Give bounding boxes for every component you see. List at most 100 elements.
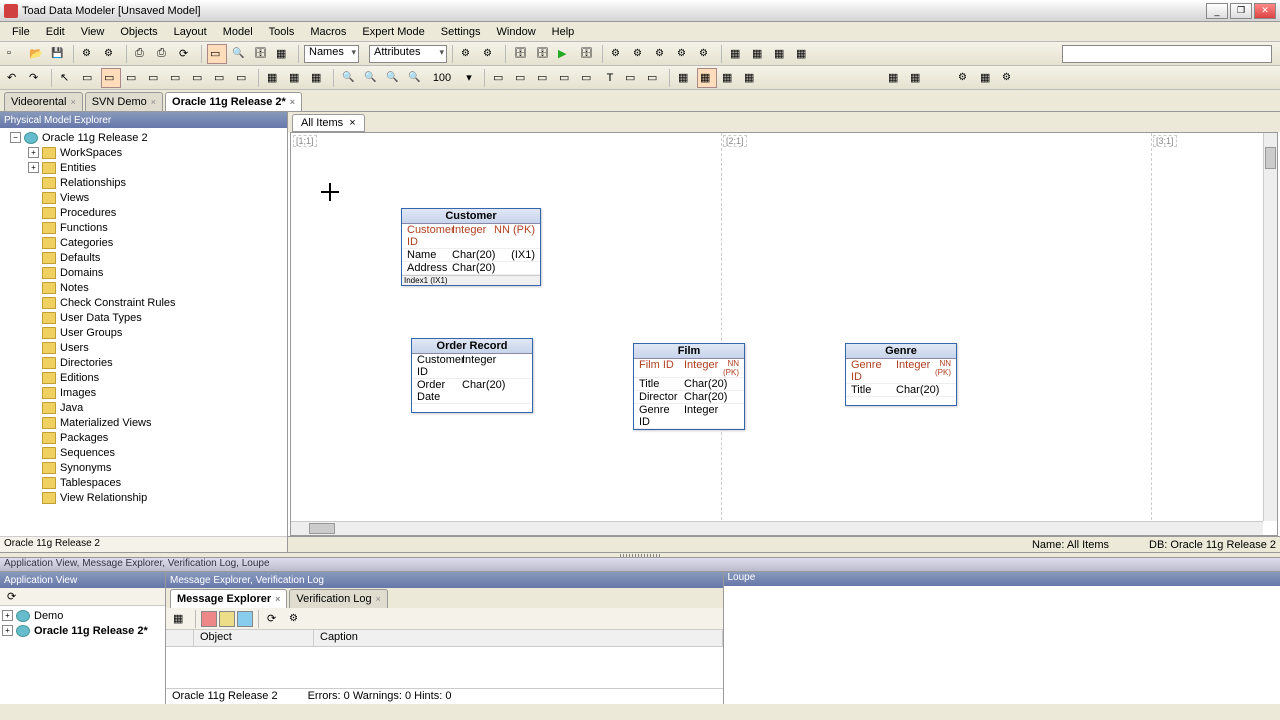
search-input[interactable] [1062,45,1272,63]
tree-item-packages[interactable]: Packages [2,430,285,445]
menu-expert-mode[interactable]: Expert Mode [354,24,432,40]
zoom-100-button[interactable] [405,68,425,88]
entity-genre[interactable]: Genre Genre ID Integer NN (PK) Title Cha… [845,343,957,406]
tree-item-views[interactable]: Views [2,190,285,205]
tree-item-tablespaces[interactable]: Tablespaces [2,475,285,490]
tb2-btn-25[interactable] [675,68,695,88]
menu-view[interactable]: View [73,24,113,40]
tb-btn-5[interactable] [101,44,121,64]
tb2-btn-11[interactable] [286,68,306,88]
tree-item-check-constraint-rules[interactable]: Check Constraint Rules [2,295,285,310]
menu-settings[interactable]: Settings [433,24,489,40]
entity-customer[interactable]: Customer Customer ID Integer NN (PK) Nam… [401,208,541,286]
tb2-btn-21[interactable] [578,68,598,88]
scroll-thumb[interactable] [1265,147,1276,169]
app-view-tree[interactable]: + Demo + Oracle 11g Release 2* [0,606,165,704]
menu-tools[interactable]: Tools [261,24,303,40]
tree-item-synonyms[interactable]: Synonyms [2,460,285,475]
close-tab-icon[interactable]: × [376,594,381,604]
tb-btn-26[interactable] [771,44,791,64]
tb-btn-13[interactable] [458,44,478,64]
expand-icon[interactable]: + [28,147,39,158]
close-tab-icon[interactable]: × [275,594,280,604]
tb2-btn-33[interactable] [999,68,1019,88]
app-tree-item[interactable]: + Oracle 11g Release 2* [2,623,163,638]
tree-item-entities[interactable]: +Entities [2,160,285,175]
tb2-btn-22[interactable]: T [600,68,620,88]
tb2-btn-5[interactable] [145,68,165,88]
menu-edit[interactable]: Edit [38,24,73,40]
tree-item-java[interactable]: Java [2,400,285,415]
tb2-btn-20[interactable] [556,68,576,88]
close-tab-icon[interactable]: × [70,97,75,107]
close-tab-icon[interactable]: × [349,117,355,129]
tb-btn-21[interactable] [652,44,672,64]
tb2-btn-32[interactable] [977,68,997,88]
doc-tab-svn-demo[interactable]: SVN Demo × [85,92,163,111]
tb-btn-8[interactable] [176,44,196,64]
tree-item-notes[interactable]: Notes [2,280,285,295]
tb2-btn-23[interactable] [622,68,642,88]
tb-btn-11[interactable] [251,44,271,64]
maximize-button[interactable]: ❐ [1230,3,1252,19]
tree-item-view-relationship[interactable]: View Relationship [2,490,285,505]
tree-item-materialized-views[interactable]: Materialized Views [2,415,285,430]
tb2-btn-28[interactable] [741,68,761,88]
expand-icon[interactable]: + [28,162,39,173]
menu-file[interactable]: File [4,24,38,40]
tb-btn-4[interactable] [79,44,99,64]
tb-btn-19[interactable] [608,44,628,64]
tb2-btn-8[interactable] [211,68,231,88]
run-button[interactable] [555,44,575,64]
tb-btn-27[interactable] [793,44,813,64]
close-tab-icon[interactable]: × [151,97,156,107]
tb-btn-20[interactable] [630,44,650,64]
tree-item-images[interactable]: Images [2,385,285,400]
scroll-thumb[interactable] [309,523,335,534]
msg-tb-btn-1[interactable] [170,609,190,629]
filter-errors[interactable] [201,611,217,627]
new-button[interactable] [4,44,24,64]
tree-item-sequences[interactable]: Sequences [2,445,285,460]
msg-tb-btn-3[interactable] [286,609,306,629]
message-grid[interactable]: Object Caption [166,630,723,688]
tb2-btn-30[interactable] [907,68,927,88]
tb-btn-15[interactable] [511,44,531,64]
tb2-btn-19[interactable] [534,68,554,88]
filter-hints[interactable] [237,611,253,627]
diagram-canvas[interactable]: [1;1] [2;1] [3;1] Customer Customer ID I… [290,132,1278,536]
grid-col-icon[interactable] [166,630,194,646]
grid-col-caption[interactable]: Caption [314,630,723,646]
tb2-btn-31[interactable] [955,68,975,88]
grid-col-object[interactable]: Object [194,630,314,646]
tb-btn-12[interactable] [273,44,293,64]
doc-tab-oracle[interactable]: Oracle 11g Release 2* × [165,92,302,111]
tb2-btn-7[interactable] [189,68,209,88]
redo-button[interactable] [26,68,46,88]
doc-tab-videorental[interactable]: Videorental × [4,92,83,111]
tab-message-explorer[interactable]: Message Explorer × [170,589,287,608]
tab-verification-log[interactable]: Verification Log × [289,589,387,608]
tb-btn-14[interactable] [480,44,500,64]
tree-item-procedures[interactable]: Procedures [2,205,285,220]
tree-item-domains[interactable]: Domains [2,265,285,280]
menu-model[interactable]: Model [215,24,261,40]
undo-button[interactable] [4,68,24,88]
tree-item-defaults[interactable]: Defaults [2,250,285,265]
entity-tool[interactable] [79,68,99,88]
entity-order-record[interactable]: Order Record Customer ID Integer Order D… [411,338,533,413]
collapse-icon[interactable]: − [10,132,21,143]
tb-btn-10[interactable] [229,44,249,64]
explorer-tree[interactable]: − Oracle 11g Release 2 +WorkSpaces+Entit… [0,128,287,536]
tb2-btn-18[interactable] [512,68,532,88]
tb-btn-23[interactable] [696,44,716,64]
filter-warnings[interactable] [219,611,235,627]
tree-item-user-groups[interactable]: User Groups [2,325,285,340]
zoom-dropdown[interactable]: ▾ [459,68,479,88]
tb2-btn-24[interactable] [644,68,664,88]
entity-film[interactable]: Film Film ID Integer NN (PK) Title Char(… [633,343,745,430]
menu-macros[interactable]: Macros [302,24,354,40]
print-preview-button[interactable] [154,44,174,64]
tree-item-categories[interactable]: Categories [2,235,285,250]
tb-btn-25[interactable] [749,44,769,64]
